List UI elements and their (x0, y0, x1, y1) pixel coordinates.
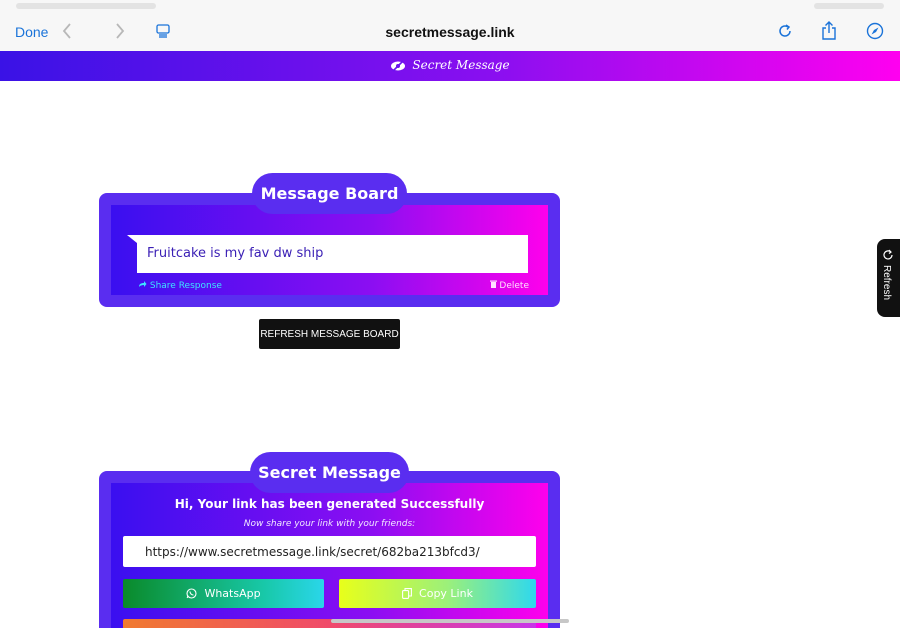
message-board-title: Message Board (252, 173, 407, 214)
copy-link-label: Copy Link (419, 587, 473, 600)
copy-icon (402, 588, 412, 599)
message-board-body: Fruitcake is my fav dw ship Share Respon… (111, 205, 548, 295)
success-text: Hi, Your link has been generated Success… (174, 497, 485, 511)
refresh-message-board-button[interactable]: REFRESH MESSAGE BOARD (259, 319, 400, 349)
site-logo[interactable]: Secret Message (0, 58, 900, 72)
side-refresh-label: Refresh (881, 265, 892, 301)
secret-message-card: Hi, Your link has been generated Success… (99, 471, 560, 628)
delete-label: Delete (499, 281, 529, 291)
reload-icon[interactable] (772, 18, 798, 44)
url-bar[interactable]: secretmessage.link (0, 24, 900, 40)
home-indicator (331, 619, 569, 623)
message-item: Fruitcake is my fav dw ship (137, 235, 528, 273)
side-refresh-tab[interactable]: Refresh (877, 239, 900, 317)
refresh-icon (882, 246, 894, 265)
compass-icon[interactable] (862, 18, 888, 44)
whatsapp-button[interactable]: WhatsApp (123, 579, 324, 608)
share-response-link[interactable]: Share Response (138, 280, 222, 291)
browser-toolbar: Done secretmessage.link (0, 0, 900, 51)
delete-link[interactable]: Delete (489, 280, 529, 291)
message-text: Fruitcake is my fav dw ship (147, 246, 324, 261)
share-response-label: Share Response (149, 281, 222, 291)
share-arrow-icon (139, 281, 147, 287)
bubble-notch (127, 235, 137, 243)
trash-icon (489, 280, 497, 288)
whatsapp-label: WhatsApp (204, 587, 261, 600)
site-header: Secret Message (0, 51, 900, 81)
share-hint: Now share your link with your friends: (243, 519, 416, 529)
status-bar-right (814, 3, 884, 9)
secret-message-body: Hi, Your link has been generated Success… (111, 483, 548, 628)
share-icon[interactable] (816, 18, 842, 44)
whatsapp-icon (186, 588, 197, 599)
secret-link-field[interactable] (123, 536, 536, 567)
eye-icon (391, 60, 406, 72)
secret-message-title: Secret Message (250, 452, 409, 493)
status-bar-left (16, 3, 156, 9)
brand-name: Secret Message (412, 58, 510, 72)
copy-link-button[interactable]: Copy Link (339, 579, 536, 608)
